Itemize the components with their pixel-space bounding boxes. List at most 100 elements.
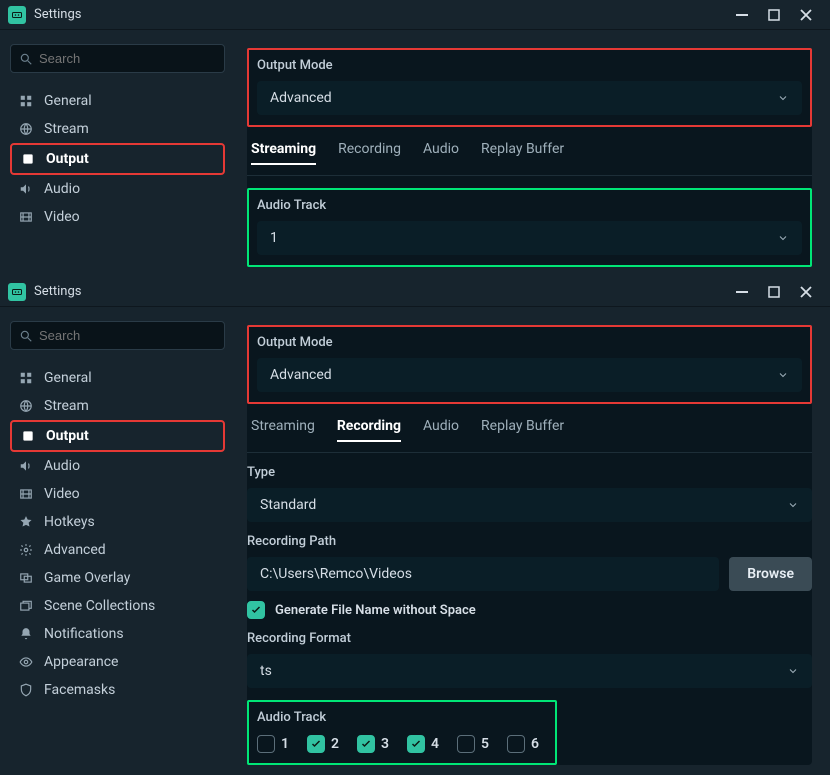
recording-format-select[interactable]: ts <box>247 654 812 688</box>
audio-track-group: Audio Track 1 <box>247 188 812 267</box>
search-icon <box>19 52 33 66</box>
checkbox-icon[interactable] <box>407 735 425 753</box>
sidebar-item-scene-collections[interactable]: Scene Collections <box>10 592 225 620</box>
checkbox-icon[interactable] <box>357 735 375 753</box>
overlay-icon <box>16 571 36 585</box>
sidebar-item-label: Output <box>46 151 89 167</box>
recording-format-value: ts <box>260 663 272 679</box>
sidebar-item-hotkeys[interactable]: Hotkeys <box>10 508 225 536</box>
titlebar: Settings <box>0 277 830 307</box>
search-input-wrapper[interactable] <box>10 321 225 350</box>
tab-recording[interactable]: Recording <box>337 418 401 442</box>
output-mode-label: Output Mode <box>257 335 802 350</box>
chevron-down-icon <box>777 92 789 104</box>
search-input-wrapper[interactable] <box>10 44 225 73</box>
chevron-down-icon <box>787 499 799 511</box>
sidebar-item-label: Stream <box>44 121 89 137</box>
sidebar-item-output[interactable]: Output <box>10 420 225 452</box>
app-icon <box>8 6 26 24</box>
sidebar-item-label: General <box>44 370 92 386</box>
sidebar-item-video[interactable]: Video <box>10 203 225 231</box>
generate-filename-checkbox[interactable] <box>247 601 265 619</box>
audio-track-label: Audio Track <box>257 710 547 725</box>
sidebar-item-label: Advanced <box>44 542 106 558</box>
maximize-button[interactable] <box>758 278 790 306</box>
output-icon <box>18 429 38 443</box>
maximize-button[interactable] <box>758 1 790 29</box>
sidebar-item-stream[interactable]: Stream <box>10 115 225 143</box>
audio-track-label: Audio Track <box>257 198 802 213</box>
sidebar-item-output[interactable]: Output <box>10 143 225 175</box>
sidebar-item-general[interactable]: General <box>10 87 225 115</box>
audio-track-2[interactable]: 2 <box>307 735 339 753</box>
audio-track-select[interactable]: 1 <box>257 221 802 255</box>
window-title: Settings <box>34 284 81 299</box>
tab-audio[interactable]: Audio <box>423 418 459 442</box>
sidebar-item-advanced[interactable]: Advanced <box>10 536 225 564</box>
close-button[interactable] <box>790 278 822 306</box>
output-mode-select[interactable]: Advanced <box>257 358 802 392</box>
audio-track-3[interactable]: 3 <box>357 735 389 753</box>
gear-icon <box>16 543 36 557</box>
window-title: Settings <box>34 7 81 22</box>
sidebar-item-audio[interactable]: Audio <box>10 175 225 203</box>
sidebar-item-appearance[interactable]: Appearance <box>10 648 225 676</box>
audio-track-6[interactable]: 6 <box>507 735 539 753</box>
settings-window-streaming: Settings General <box>0 0 830 277</box>
settings-window-recording: Settings General <box>0 277 830 775</box>
sidebar-item-general[interactable]: General <box>10 364 225 392</box>
type-label: Type <box>247 465 812 480</box>
chevron-down-icon <box>777 369 789 381</box>
chevron-down-icon <box>777 232 789 244</box>
sidebar-item-label: Output <box>46 428 89 444</box>
checkbox-icon[interactable] <box>307 735 325 753</box>
close-button[interactable] <box>790 1 822 29</box>
tab-replay-buffer[interactable]: Replay Buffer <box>481 418 564 442</box>
sidebar-item-label: Hotkeys <box>44 514 95 530</box>
tab-streaming[interactable]: Streaming <box>251 418 315 442</box>
volume-icon <box>16 459 36 473</box>
checkbox-icon[interactable] <box>257 735 275 753</box>
audio-track-4[interactable]: 4 <box>407 735 439 753</box>
generate-filename-row[interactable]: Generate File Name without Space <box>247 601 812 619</box>
sidebar-item-notifications[interactable]: Notifications <box>10 620 225 648</box>
sidebar-item-label: Game Overlay <box>44 570 130 586</box>
globe-icon <box>16 122 36 136</box>
checkbox-icon[interactable] <box>457 735 475 753</box>
tab-audio[interactable]: Audio <box>423 141 459 165</box>
output-mode-select[interactable]: Advanced <box>257 81 802 115</box>
output-mode-value: Advanced <box>270 90 332 106</box>
search-input[interactable] <box>39 51 216 66</box>
checkbox-icon[interactable] <box>507 735 525 753</box>
tab-replay-buffer[interactable]: Replay Buffer <box>481 141 564 165</box>
search-input[interactable] <box>39 328 216 343</box>
star-icon <box>16 515 36 529</box>
output-tabs: Streaming Recording Audio Replay Buffer <box>247 127 812 176</box>
recording-path-value: C:\Users\Remco\Videos <box>260 566 412 582</box>
type-select[interactable]: Standard <box>247 488 812 522</box>
sidebar-item-audio[interactable]: Audio <box>10 452 225 480</box>
tab-streaming[interactable]: Streaming <box>251 141 316 165</box>
volume-icon <box>16 182 36 196</box>
sidebar-item-facemasks[interactable]: Facemasks <box>10 676 225 704</box>
grid-icon <box>16 371 36 385</box>
minimize-button[interactable] <box>726 1 758 29</box>
audio-track-5[interactable]: 5 <box>457 735 489 753</box>
titlebar: Settings <box>0 0 830 30</box>
minimize-button[interactable] <box>726 278 758 306</box>
sidebar-item-label: Video <box>44 486 80 502</box>
sidebar-item-label: Appearance <box>44 654 118 670</box>
recording-format-label: Recording Format <box>247 631 812 646</box>
browse-button[interactable]: Browse <box>729 557 812 591</box>
sidebar-item-label: General <box>44 93 92 109</box>
audio-track-1[interactable]: 1 <box>257 735 289 753</box>
output-icon <box>18 152 38 166</box>
film-icon <box>16 487 36 501</box>
sidebar-item-label: Audio <box>44 181 80 197</box>
sidebar-item-stream[interactable]: Stream <box>10 392 225 420</box>
recording-path-input[interactable]: C:\Users\Remco\Videos <box>247 557 719 591</box>
sidebar-item-label: Scene Collections <box>44 598 155 614</box>
tab-recording[interactable]: Recording <box>338 141 401 165</box>
sidebar-item-video[interactable]: Video <box>10 480 225 508</box>
sidebar-item-game-overlay[interactable]: Game Overlay <box>10 564 225 592</box>
